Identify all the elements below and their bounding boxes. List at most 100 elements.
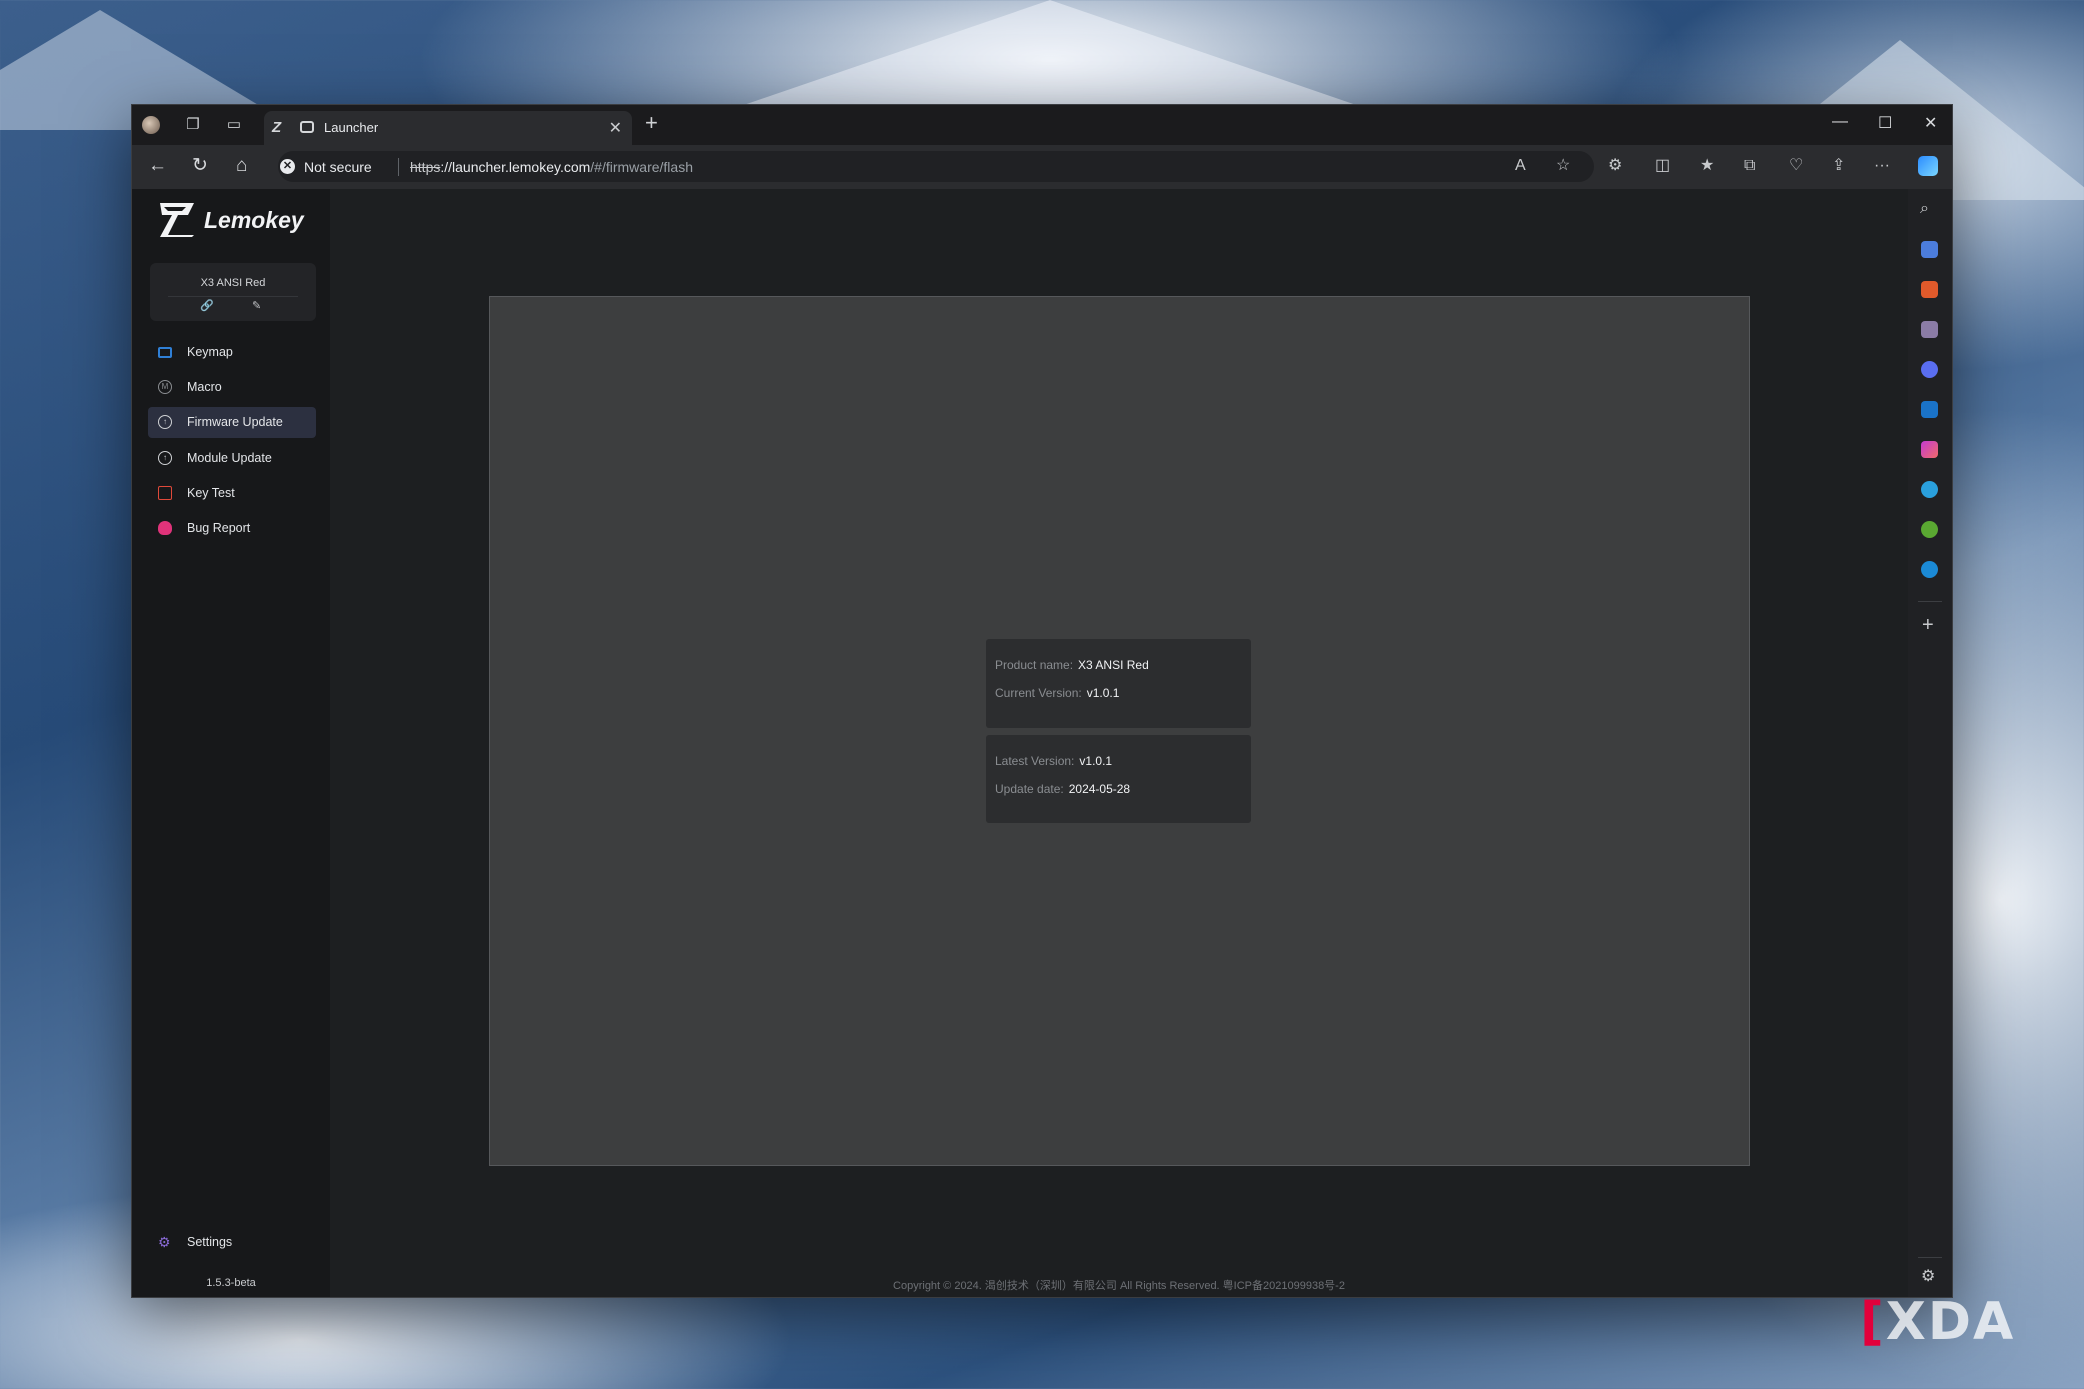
- tree-icon[interactable]: [1921, 521, 1938, 538]
- product-name-label: Product name:: [995, 658, 1074, 672]
- skype-icon[interactable]: [1921, 561, 1938, 578]
- latest-firmware-card: Latest Version: v1.0.1 Update date: 2024-0…: [986, 735, 1251, 823]
- product-name-value: X3 ANSI Red: [1078, 658, 1149, 672]
- menu-label: Macro: [187, 380, 222, 394]
- firmware-icon: ↑: [158, 415, 172, 429]
- menu-item-macro[interactable]: M Macro: [148, 372, 316, 403]
- app-sidebar: Lemokey X3 ANSI Red 🔗 ✎ Keymap M Macro ↑…: [132, 189, 330, 1297]
- split-screen-icon[interactable]: ◫: [1655, 156, 1670, 176]
- title-bar: ❐ ▭ Z Launcher ✕ + — ☐ ✕: [132, 105, 1952, 145]
- link-icon[interactable]: 🔗: [200, 299, 214, 312]
- sidebar-divider: [1918, 1257, 1942, 1258]
- edit-icon[interactable]: ✎: [252, 299, 261, 312]
- menu-label: Key Test: [187, 486, 235, 500]
- menu-label: Firmware Update: [187, 415, 283, 429]
- device-name: X3 ANSI Red: [200, 277, 266, 289]
- url-host: ://launcher.lemokey.com: [440, 159, 591, 175]
- games-icon[interactable]: [1921, 321, 1938, 338]
- sidebar-divider: [1918, 601, 1942, 602]
- menu-label: Bug Report: [187, 521, 251, 535]
- url-text[interactable]: https://launcher.lemokey.com/#/firmware/…: [410, 159, 693, 175]
- read-aloud-icon[interactable]: A: [1515, 156, 1526, 176]
- menu-item-firmware-update[interactable]: ↑ Firmware Update: [148, 407, 316, 438]
- device-divider: [168, 296, 298, 297]
- app-version: 1.5.3-beta: [206, 1277, 256, 1289]
- tab-launcher[interactable]: Z Launcher ✕: [264, 111, 632, 145]
- update-date-label: Update date:: [995, 782, 1064, 796]
- settings-label: Settings: [187, 1235, 233, 1249]
- tab-title: Launcher: [324, 120, 379, 135]
- menu-label: Keymap: [187, 345, 233, 359]
- shopping-tag-icon[interactable]: [1921, 241, 1938, 258]
- collections-icon[interactable]: ⧉: [1744, 156, 1755, 176]
- lemokey-logo-icon: [160, 203, 194, 237]
- wallpaper-mountain: [700, 0, 1400, 120]
- tab-actions-icon[interactable]: ▭: [225, 116, 243, 134]
- update-date-row: Update date: 2024-05-28: [995, 782, 1130, 796]
- address-bar: ← ↻ ⌂ ✕ Not secure https://launcher.lemo…: [132, 145, 1952, 189]
- favorites-icon[interactable]: ★: [1700, 156, 1714, 176]
- settings-button[interactable]: ⚙ Settings: [148, 1229, 316, 1257]
- url-divider: [398, 158, 399, 176]
- bug-icon: [158, 521, 172, 535]
- latest-version-label: Latest Version:: [995, 754, 1075, 768]
- current-version-value: v1.0.1: [1086, 686, 1120, 700]
- menu-label: Module Update: [187, 451, 272, 465]
- macro-icon: M: [158, 380, 172, 394]
- device-card: X3 ANSI Red 🔗 ✎: [150, 263, 316, 321]
- update-date-value: 2024-05-28: [1068, 782, 1131, 796]
- security-label[interactable]: Not secure: [304, 159, 372, 175]
- copyright-footer: Copyright © 2024. 渴创技术（深圳）有限公司 All Right…: [893, 1280, 1345, 1292]
- current-version-row: Current Version: v1.0.1: [995, 686, 1119, 700]
- keyboard-icon: [158, 347, 172, 358]
- browser-essentials-icon[interactable]: ♡: [1789, 156, 1803, 176]
- home-icon[interactable]: ⌂: [236, 155, 247, 177]
- menu-item-module-update[interactable]: ↑ Module Update: [148, 443, 316, 474]
- lemokey-favicon-icon: Z: [272, 119, 282, 136]
- designer-icon[interactable]: [1921, 441, 1938, 458]
- xda-watermark: [XDA: [1860, 1292, 2016, 1352]
- current-firmware-card: Product name: X3 ANSI Red Current Version…: [986, 639, 1251, 728]
- menu-item-keymap[interactable]: Keymap: [148, 337, 316, 368]
- firmware-panel: Product name: X3 ANSI Red Current Version…: [489, 296, 1750, 1166]
- profile-avatar-icon[interactable]: [142, 116, 160, 134]
- extensions-icon[interactable]: ⚙: [1608, 156, 1622, 176]
- menu-item-key-test[interactable]: Key Test: [148, 478, 316, 509]
- url-scheme: https: [410, 159, 441, 175]
- workspaces-icon[interactable]: ❐: [184, 116, 202, 134]
- refresh-icon[interactable]: ↻: [192, 155, 208, 177]
- close-window-icon[interactable]: ✕: [1924, 113, 1937, 133]
- module-icon: ↑: [158, 451, 172, 465]
- brand-name: Lemokey: [204, 207, 304, 233]
- maximize-icon[interactable]: ☐: [1878, 113, 1892, 133]
- browser-window: ❐ ▭ Z Launcher ✕ + — ☐ ✕ ← ↻ ⌂ ✕ Not sec…: [131, 104, 1953, 1298]
- copilot-sidebar-icon[interactable]: [1921, 361, 1938, 378]
- latest-version-row: Latest Version: v1.0.1: [995, 754, 1112, 768]
- close-tab-icon[interactable]: ✕: [609, 118, 622, 138]
- not-secure-icon[interactable]: ✕: [280, 159, 295, 174]
- back-icon[interactable]: ←: [148, 155, 167, 177]
- minimize-icon[interactable]: —: [1832, 113, 1848, 131]
- menu-item-bug-report[interactable]: Bug Report: [148, 513, 316, 544]
- product-name-row: Product name: X3 ANSI Red: [995, 658, 1149, 672]
- page-viewport: Lemokey X3 ANSI Red 🔗 ✎ Keymap M Macro ↑…: [132, 189, 1908, 1297]
- search-icon[interactable]: ⌕: [1920, 199, 1929, 219]
- add-sidebar-app-icon[interactable]: +: [1922, 615, 1934, 635]
- share-icon[interactable]: ⇪: [1832, 156, 1845, 176]
- watermark-text: XDA: [1885, 1292, 2016, 1352]
- latest-version-value: v1.0.1: [1079, 754, 1113, 768]
- gear-icon: ⚙: [158, 1234, 171, 1250]
- telegram-icon[interactable]: [1921, 481, 1938, 498]
- gamepad-icon: [300, 121, 314, 133]
- favorite-star-icon[interactable]: ☆: [1556, 156, 1570, 176]
- edge-sidebar: ⌕ + ⚙: [1908, 189, 1952, 1297]
- outlook-icon[interactable]: [1921, 401, 1938, 418]
- key-test-icon: [158, 486, 172, 500]
- sidebar-settings-icon[interactable]: ⚙: [1921, 1267, 1935, 1287]
- url-path: /#/firmware/flash: [590, 159, 693, 175]
- copilot-icon[interactable]: [1918, 156, 1938, 176]
- current-version-label: Current Version:: [995, 686, 1082, 700]
- new-tab-icon[interactable]: +: [645, 112, 658, 134]
- tools-icon[interactable]: [1921, 281, 1938, 298]
- more-menu-icon[interactable]: ···: [1874, 156, 1890, 176]
